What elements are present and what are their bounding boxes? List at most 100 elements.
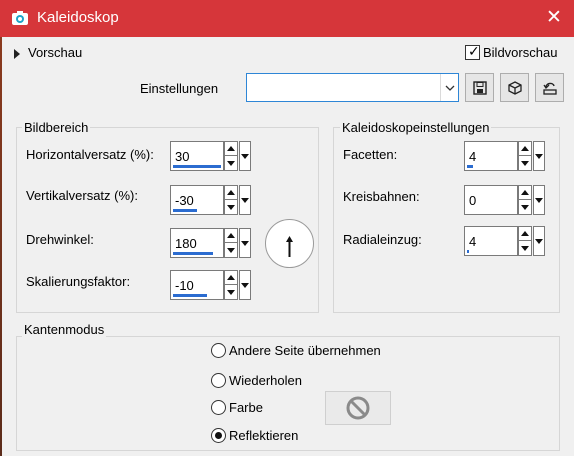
rotation-label: Drehwinkel: (26, 232, 94, 247)
facets-down[interactable] (518, 156, 532, 171)
rotation-spinner[interactable]: 180 (170, 228, 254, 258)
save-preset-icon (472, 80, 487, 95)
spin-down-icon (521, 160, 529, 166)
scale-down[interactable] (224, 285, 238, 300)
horizontal-offset-value: 30 (175, 149, 190, 164)
edge-option-wrap-label[interactable]: Andere Seite übernehmen (229, 343, 381, 358)
spin-down-icon (521, 245, 529, 251)
facets-dropdown[interactable] (533, 141, 545, 171)
dropdown-arrow-icon (535, 238, 543, 244)
spin-up-icon (521, 231, 529, 236)
orbits-dropdown[interactable] (533, 185, 545, 215)
horizontal-offset-input[interactable]: 30 (170, 141, 224, 171)
rotation-dial[interactable] (265, 219, 314, 268)
edge-color-swatch[interactable] (325, 391, 391, 425)
checkbox-check-icon: ✓ (468, 43, 480, 59)
edge-option-repeat-radio[interactable] (211, 373, 226, 388)
camera-icon (12, 11, 28, 25)
edge-option-wrap-radio[interactable] (211, 343, 226, 358)
expand-triangle-icon (14, 48, 20, 59)
radial-spinner[interactable]: 4 (464, 226, 548, 256)
vertical-offset-label: Vertikalversatz (%): (26, 188, 138, 203)
radial-value: 4 (469, 234, 477, 249)
radial-input[interactable]: 4 (464, 226, 518, 256)
scale-value: -10 (175, 278, 194, 293)
rotation-dial-icon (286, 236, 293, 257)
spin-up-icon (521, 190, 529, 195)
vertical-offset-down[interactable] (224, 200, 238, 215)
vertical-offset-input[interactable]: -30 (170, 185, 224, 215)
reset-default-button[interactable] (535, 73, 564, 102)
cube-preset-button[interactable] (500, 73, 529, 102)
scale-up[interactable] (224, 270, 238, 285)
spin-up-icon (227, 190, 235, 195)
edge-mode-title: Kantenmodus (22, 322, 107, 337)
bildvorschau-checkbox[interactable]: ✓ (465, 43, 480, 60)
horizontal-offset-label: Horizontalversatz (%): (26, 147, 154, 162)
scale-bar (173, 294, 207, 297)
spin-up-icon (227, 233, 235, 238)
save-preset-button[interactable] (465, 73, 494, 102)
edge-option-color-radio[interactable] (211, 400, 226, 415)
preview-toggle[interactable]: Vorschau (14, 45, 82, 60)
spin-down-icon (227, 247, 235, 253)
orbits-up[interactable] (518, 185, 532, 200)
rotation-input[interactable]: 180 (170, 228, 224, 258)
orbits-label: Kreisbahnen: (343, 189, 420, 204)
dropdown-arrow-icon (241, 240, 249, 246)
spin-down-icon (521, 204, 529, 210)
window-edge (0, 37, 2, 456)
edge-option-color-label[interactable]: Farbe (229, 400, 263, 415)
settings-label: Einstellungen (140, 81, 219, 96)
rotation-dropdown[interactable] (239, 228, 251, 258)
scale-dropdown[interactable] (239, 270, 251, 300)
facets-spinner[interactable]: 4 (464, 141, 548, 171)
settings-combobox[interactable] (246, 73, 459, 102)
horizontal-offset-up[interactable] (224, 141, 238, 156)
kaleido-title: Kaleidoskopeinstellungen (340, 120, 492, 135)
spin-down-icon (227, 204, 235, 210)
facets-up[interactable] (518, 141, 532, 156)
horizontal-offset-down[interactable] (224, 156, 238, 171)
vertical-offset-value: -30 (175, 193, 194, 208)
orbits-value: 0 (469, 193, 477, 208)
scale-input[interactable]: -10 (170, 270, 224, 300)
facets-label: Facetten: (343, 147, 398, 162)
horizontal-offset-spinner[interactable]: 30 (170, 141, 254, 171)
radial-up[interactable] (518, 226, 532, 241)
edge-option-reflect-radio[interactable] (211, 428, 226, 443)
dropdown-arrow-icon (535, 197, 543, 203)
close-icon: ✕ (546, 7, 562, 28)
vertical-offset-spinner[interactable]: -30 (170, 185, 254, 215)
preview-toggle-label: Vorschau (28, 45, 83, 60)
vertical-offset-up[interactable] (224, 185, 238, 200)
scale-label: Skalierungsfaktor: (26, 274, 131, 289)
dropdown-arrow-icon[interactable] (440, 74, 458, 101)
horizontal-offset-dropdown[interactable] (239, 141, 251, 171)
edge-option-reflect-label[interactable]: Reflektieren (229, 428, 298, 443)
facets-bar (467, 165, 473, 168)
radial-bar (467, 250, 469, 253)
orbits-spinner[interactable]: 0 (464, 185, 548, 215)
rotation-up[interactable] (224, 228, 238, 243)
facets-value: 4 (469, 149, 477, 164)
rotation-down[interactable] (224, 243, 238, 258)
radial-dropdown[interactable] (533, 226, 545, 256)
vertical-offset-bar (173, 209, 197, 212)
dropdown-arrow-icon (241, 153, 249, 159)
reset-default-icon (542, 82, 557, 95)
orbits-input[interactable]: 0 (464, 185, 518, 215)
close-button[interactable]: ✕ (543, 7, 565, 29)
vertical-offset-dropdown[interactable] (239, 185, 251, 215)
rotation-bar (173, 252, 213, 255)
rotation-value: 180 (175, 236, 197, 251)
cube-preset-icon (507, 80, 522, 95)
facets-input[interactable]: 4 (464, 141, 518, 171)
spin-up-icon (521, 146, 529, 151)
orbits-down[interactable] (518, 200, 532, 215)
no-color-icon (346, 396, 370, 420)
radial-down[interactable] (518, 241, 532, 256)
edge-option-repeat-label[interactable]: Wiederholen (229, 373, 302, 388)
scale-spinner[interactable]: -10 (170, 270, 254, 300)
radial-label: Radialeinzug: (343, 232, 422, 247)
